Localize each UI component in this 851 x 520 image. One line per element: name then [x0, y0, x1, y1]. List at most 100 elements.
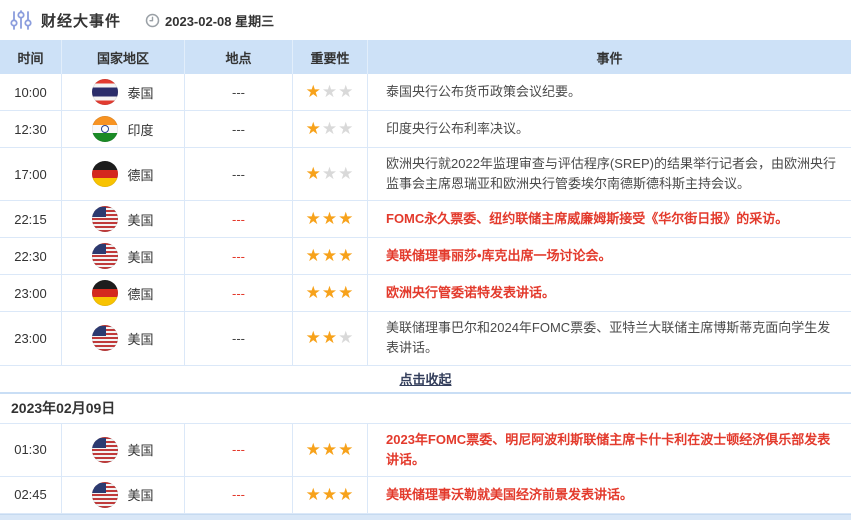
event-row: 22:30 美国 --- ★★★ 美联储理事丽莎•库克出席一场讨论会。: [0, 238, 851, 275]
importance-stars: ★★★: [293, 424, 368, 476]
country-cell: 美国: [62, 238, 185, 274]
event-time: 22:30: [0, 238, 62, 274]
usa-flag-icon: [92, 325, 118, 351]
current-date-group: 2023-02-08 星期三: [145, 11, 274, 30]
country-cell: 美国: [62, 201, 185, 237]
stars-filled: ★★★: [306, 246, 355, 266]
country-name: 印度: [127, 120, 153, 139]
stars-filled: ★★★: [306, 440, 355, 460]
country-cell: 泰国: [62, 74, 185, 110]
country-name: 美国: [127, 440, 153, 459]
country-cell: 美国: [62, 312, 185, 364]
event-text: 泰国央行公布货币政策会议纪要。: [368, 74, 851, 110]
col-header-importance: 重要性: [293, 40, 368, 74]
event-text: 美联储理事丽莎•库克出席一场讨论会。: [368, 238, 851, 274]
event-location: ---: [185, 424, 293, 476]
country-name: 美国: [127, 247, 153, 266]
country-cell: 德国: [62, 275, 185, 311]
page-title: 财经大事件: [41, 10, 121, 31]
country-name: 美国: [127, 329, 153, 348]
event-location: ---: [185, 74, 293, 110]
usa-flag-icon: [92, 482, 118, 508]
bottom-divider-bar: [0, 514, 851, 520]
event-location: ---: [185, 148, 293, 200]
event-time: 02:45: [0, 477, 62, 513]
importance-stars: ★★★: [293, 201, 368, 237]
event-text: 印度央行公布利率决议。: [368, 111, 851, 147]
event-location: ---: [185, 238, 293, 274]
event-row: 23:00 德国 --- ★★★ 欧洲央行管委诺特发表讲话。: [0, 275, 851, 312]
stars-filled: ★: [306, 82, 322, 102]
stars-empty: ★★: [322, 82, 354, 102]
sliders-icon: [9, 8, 33, 32]
stars-filled: ★★★: [306, 283, 355, 303]
event-row: 01:30 美国 --- ★★★ 2023年FOMC票委、明尼阿波利斯联储主席卡…: [0, 424, 851, 477]
event-row: 17:00 德国 --- ★★★ 欧洲央行就2022年监理审查与评估程序(SRE…: [0, 148, 851, 201]
event-time: 23:00: [0, 312, 62, 364]
germany-flag-icon: [92, 280, 118, 306]
event-time: 01:30: [0, 424, 62, 476]
country-cell: 印度: [62, 111, 185, 147]
collapse-link[interactable]: 点击收起: [399, 369, 451, 388]
usa-flag-icon: [92, 206, 118, 232]
stars-empty: ★★: [322, 119, 354, 139]
section-date-header: 2023年02月09日: [0, 394, 851, 424]
event-location: ---: [185, 111, 293, 147]
event-time: 22:15: [0, 201, 62, 237]
country-cell: 德国: [62, 148, 185, 200]
importance-stars: ★★★: [293, 74, 368, 110]
stars-filled: ★★: [306, 328, 338, 348]
current-date: 2023-02-08 星期三: [165, 11, 274, 30]
country-name: 德国: [127, 284, 153, 303]
germany-flag-icon: [92, 161, 118, 187]
thailand-flag-icon: [92, 79, 118, 105]
country-cell: 美国: [62, 424, 185, 476]
event-location: ---: [185, 477, 293, 513]
event-location: ---: [185, 275, 293, 311]
stars-empty: ★: [338, 328, 354, 348]
india-flag-icon: [92, 116, 118, 142]
event-time: 10:00: [0, 74, 62, 110]
event-row: 23:00 美国 --- ★★★ 美联储理事巴尔和2024年FOMC票委、亚特兰…: [0, 312, 851, 365]
usa-flag-icon: [92, 437, 118, 463]
col-header-event: 事件: [368, 40, 851, 74]
clock-icon: [145, 13, 160, 28]
event-text: 美联储理事沃勒就美国经济前景发表讲话。: [368, 477, 851, 513]
event-time: 23:00: [0, 275, 62, 311]
importance-stars: ★★★: [293, 312, 368, 364]
event-text: 2023年FOMC票委、明尼阿波利斯联储主席卡什卡利在波士顿经济俱乐部发表讲话。: [368, 424, 851, 476]
stars-empty: ★★: [322, 164, 354, 184]
importance-stars: ★★★: [293, 148, 368, 200]
country-name: 泰国: [127, 83, 153, 102]
collapse-row: 点击收起: [0, 366, 851, 394]
event-location: ---: [185, 312, 293, 364]
importance-stars: ★★★: [293, 111, 368, 147]
event-row: 02:45 美国 --- ★★★ 美联储理事沃勒就美国经济前景发表讲话。: [0, 477, 851, 514]
usa-flag-icon: [92, 243, 118, 269]
title-bar: 财经大事件 2023-02-08 星期三: [0, 0, 851, 40]
col-header-time: 时间: [0, 40, 62, 74]
country-name: 美国: [127, 210, 153, 229]
economic-calendar-widget: 财经大事件 2023-02-08 星期三 时间 国家地区 地点 重要性 事件 1…: [0, 0, 851, 520]
importance-stars: ★★★: [293, 275, 368, 311]
table-header: 时间 国家地区 地点 重要性 事件: [0, 40, 851, 74]
country-cell: 美国: [62, 477, 185, 513]
event-row: 10:00 泰国 --- ★★★ 泰国央行公布货币政策会议纪要。: [0, 74, 851, 111]
col-header-location: 地点: [185, 40, 293, 74]
stars-filled: ★: [306, 164, 322, 184]
event-time: 17:00: [0, 148, 62, 200]
event-text: FOMC永久票委、纽约联储主席威廉姆斯接受《华尔街日报》的采访。: [368, 201, 851, 237]
stars-filled: ★★★: [306, 209, 355, 229]
event-text: 欧洲央行管委诺特发表讲话。: [368, 275, 851, 311]
country-name: 美国: [127, 485, 153, 504]
stars-filled: ★: [306, 119, 322, 139]
col-header-country: 国家地区: [62, 40, 185, 74]
event-row: 12:30 印度 --- ★★★ 印度央行公布利率决议。: [0, 111, 851, 148]
event-row: 22:15 美国 --- ★★★ FOMC永久票委、纽约联储主席威廉姆斯接受《华…: [0, 201, 851, 238]
event-text: 美联储理事巴尔和2024年FOMC票委、亚特兰大联储主席博斯蒂克面向学生发表讲话…: [368, 312, 851, 364]
event-text: 欧洲央行就2022年监理审查与评估程序(SREP)的结果举行记者会，由欧洲央行监…: [368, 148, 851, 200]
importance-stars: ★★★: [293, 238, 368, 274]
country-name: 德国: [127, 165, 153, 184]
importance-stars: ★★★: [293, 477, 368, 513]
stars-filled: ★★★: [306, 485, 355, 505]
